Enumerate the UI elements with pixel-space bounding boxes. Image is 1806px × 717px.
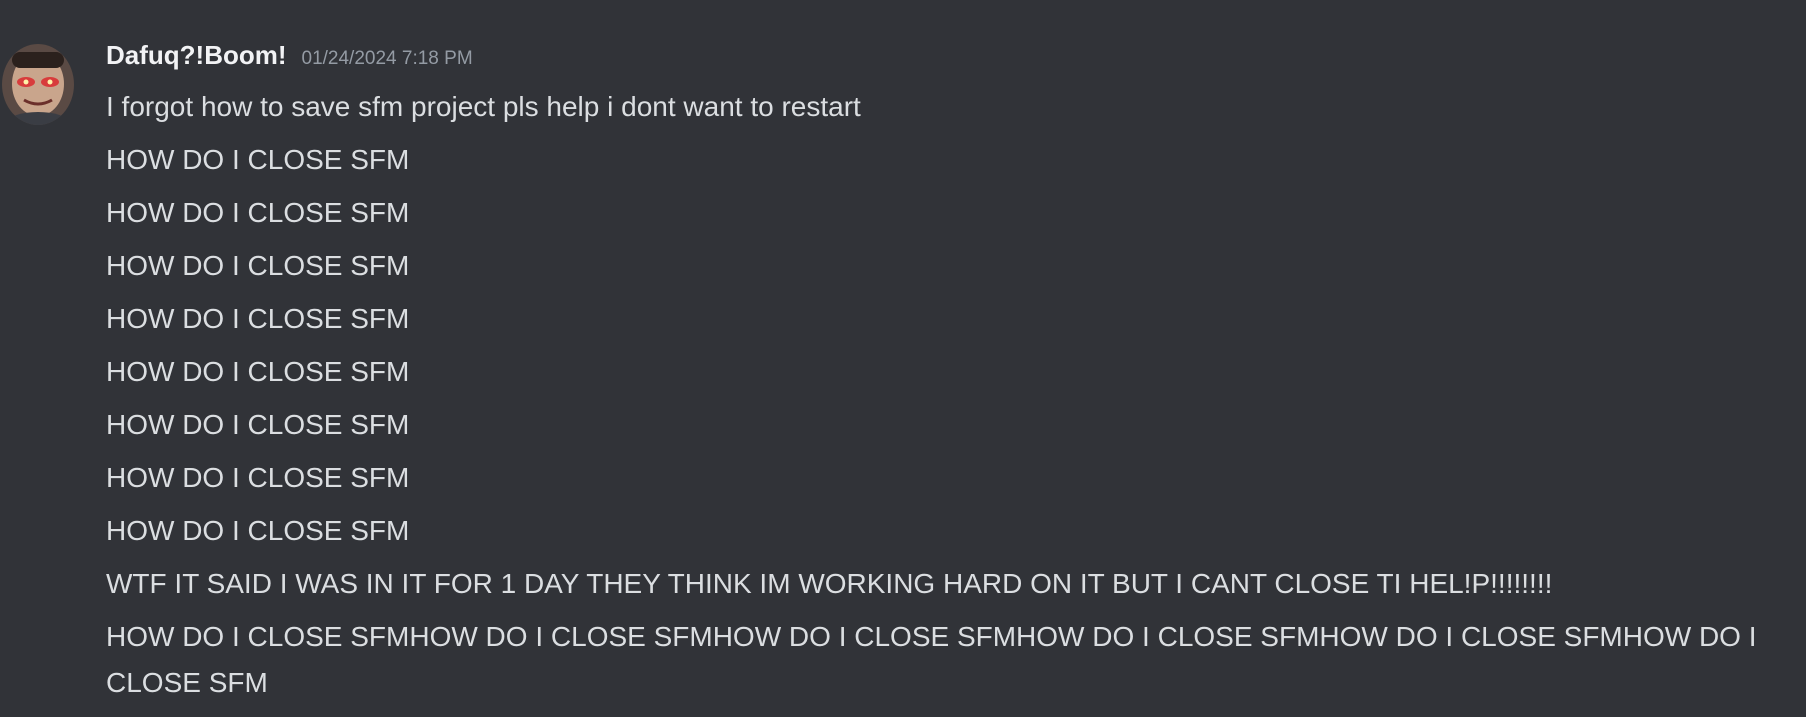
message-line: HOW DO I CLOSE SFM bbox=[106, 303, 410, 334]
message-line: HOW DO I CLOSE SFM bbox=[106, 462, 410, 493]
message-line: HOW DO I CLOSE SFM bbox=[106, 144, 410, 175]
message-line: HOW DO I CLOSE SFMHOW DO I CLOSE SFMHOW … bbox=[106, 621, 1757, 698]
message-line: WTF IT SAID I WAS IN IT FOR 1 DAY THEY T… bbox=[106, 568, 1553, 599]
username[interactable]: Dafuq?!Boom! bbox=[106, 40, 287, 71]
message-line: I forgot how to save sfm project pls hel… bbox=[106, 91, 861, 122]
message-line: HOW DO I CLOSE SFM bbox=[106, 515, 410, 546]
message-group: Dafuq?!Boom! 01/24/2024 7:18 PM I forgot… bbox=[0, 0, 1806, 717]
timestamp[interactable]: 01/24/2024 7:18 PM bbox=[302, 48, 473, 70]
avatar-face-icon bbox=[2, 44, 74, 125]
avatar[interactable] bbox=[2, 44, 74, 125]
message-content: I forgot how to save sfm project pls hel… bbox=[106, 84, 1796, 706]
message-header: Dafuq?!Boom! 01/24/2024 7:18 PM bbox=[106, 40, 473, 76]
message-line: HOW DO I CLOSE SFM bbox=[106, 250, 410, 281]
message-line: HOW DO I CLOSE SFM bbox=[106, 356, 410, 387]
message-line: HOW DO I CLOSE SFM bbox=[106, 197, 410, 228]
message-line: HOW DO I CLOSE SFM bbox=[106, 409, 410, 440]
